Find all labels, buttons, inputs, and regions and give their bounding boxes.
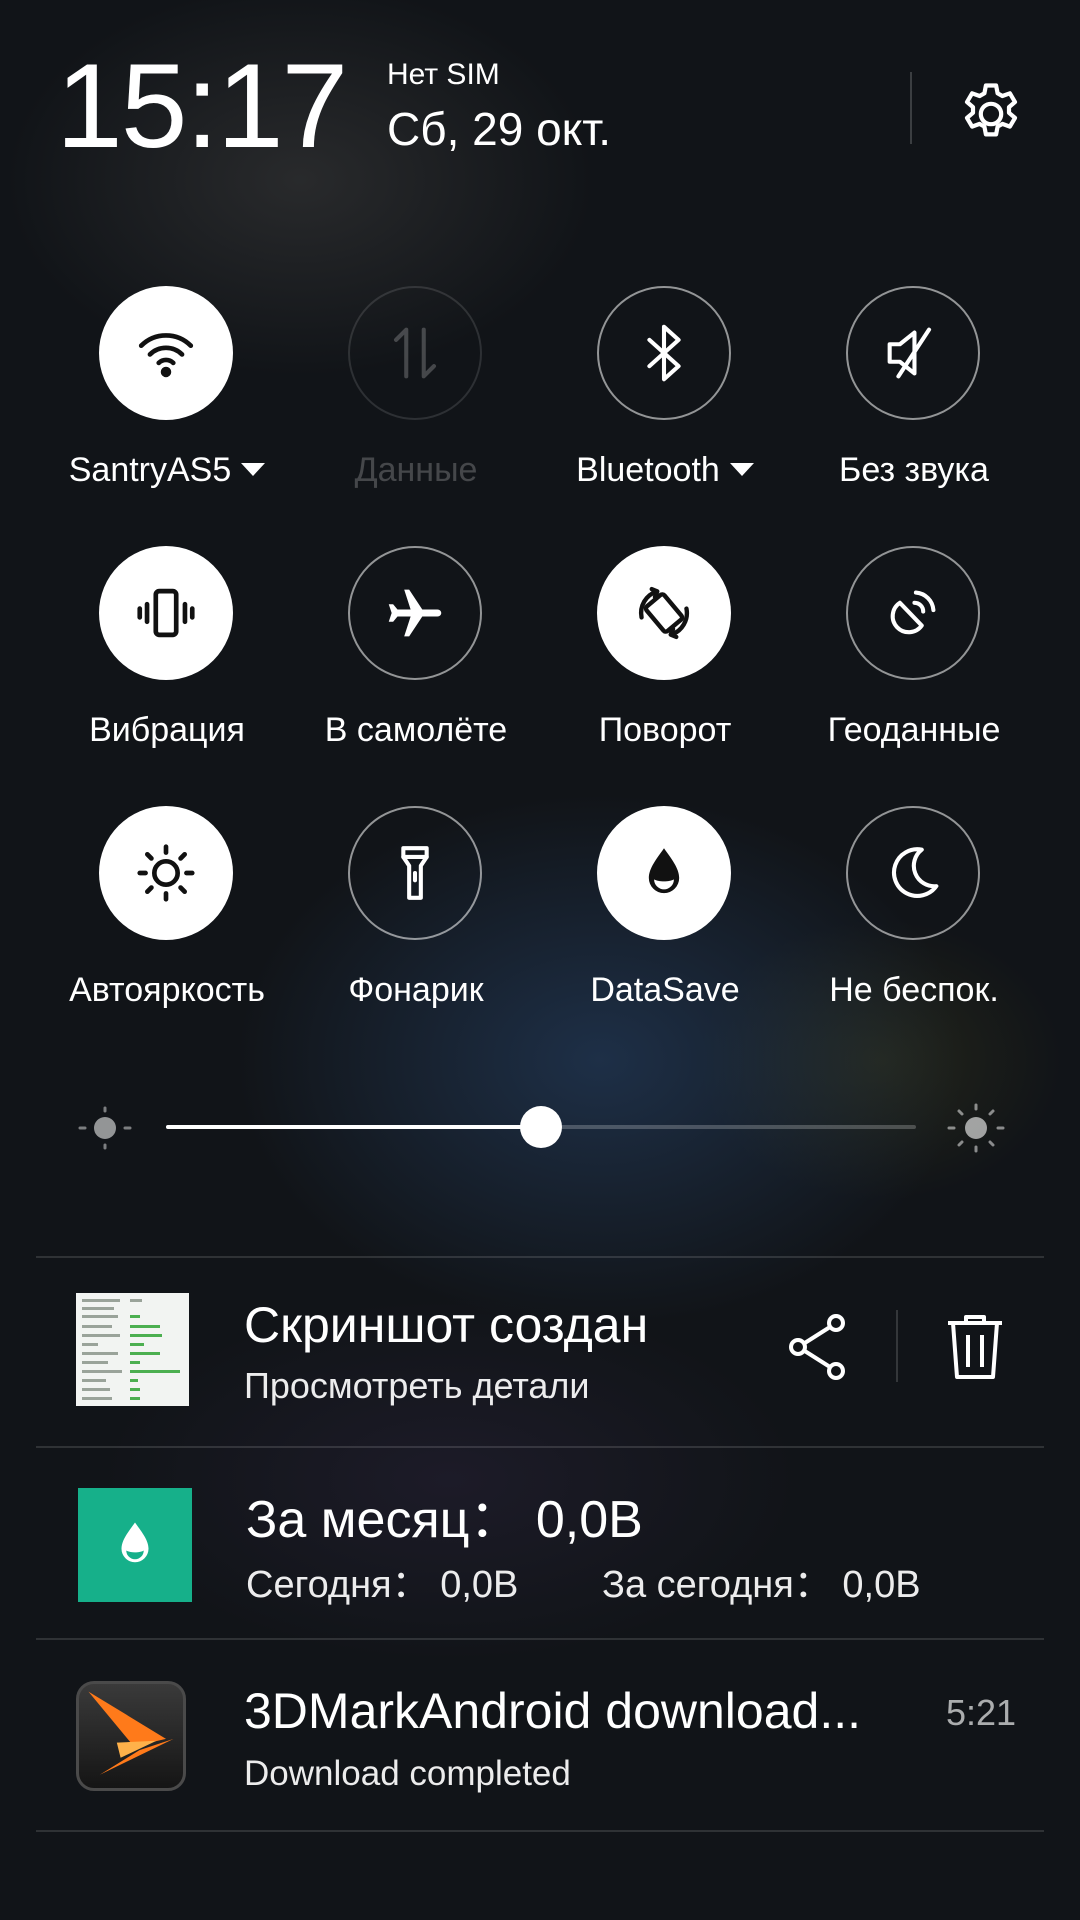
notification-text: Download completed [244,1754,571,1793]
tile-do-not-disturb[interactable]: Не беспок. [789,806,1039,1046]
tile-wifi[interactable]: SantryAS5 [42,286,292,526]
tile-datasave[interactable]: DataSave [540,806,790,1046]
mobile-data-icon[interactable] [348,286,482,420]
tile-label: Геоданные [827,711,1001,749]
notification-time: 5:21 [946,1692,1017,1733]
airplane-icon[interactable] [348,546,482,680]
tile-mobile-data[interactable]: Данные [291,286,541,526]
dropdown-caret-icon[interactable] [729,462,754,476]
rotation-icon[interactable] [597,546,731,680]
tile-rotation[interactable]: Поворот [540,546,790,786]
date[interactable]: Сб, 29 окт. [387,106,611,152]
vibration-icon[interactable] [99,546,233,680]
tile-label: Не беспок. [829,971,999,1009]
notification-text[interactable]: Просмотреть детали [244,1368,590,1404]
flashlight-icon[interactable] [348,806,482,940]
location-icon[interactable] [846,546,980,680]
datasave-today: Сегодня： 0,0B [246,1564,519,1606]
tile-label: SantryAS5 [22,451,312,489]
divider [36,1830,1044,1832]
tile-label: Фонарик [348,971,484,1009]
clock[interactable]: 15:17 [56,46,348,166]
brightness-low-icon [78,1106,132,1150]
mute-icon[interactable] [846,286,980,420]
brightness-slider-fill [166,1125,541,1129]
tile-label: Данные [354,451,478,489]
tile-label: DataSave [590,971,740,1009]
datasave-today-2: За сегодня： 0,0B [602,1564,921,1606]
sim-status: Нет SIM [387,58,500,91]
tile-label: В самолёте [324,711,508,749]
tile-mute[interactable]: Без звука [789,286,1039,526]
bluetooth-icon[interactable] [597,286,731,420]
tile-label: Вибрация [89,711,245,749]
tile-auto-brightness[interactable]: Автояркость [42,806,292,1046]
auto-brightness-icon[interactable] [99,806,233,940]
tile-label: Поворот [598,711,732,749]
datasave-month: За месяц： 0,0B [246,1491,643,1549]
notification-title: Скриншот создан [244,1297,649,1353]
screenshot-thumbnail [76,1293,189,1406]
notification-title: 3DMarkAndroid download... [244,1683,861,1739]
action-divider [896,1310,898,1382]
wifi-icon[interactable] [99,286,233,420]
brightness-high-icon [946,1102,1006,1154]
tile-flashlight[interactable]: Фонарик [291,806,541,1046]
3dmark-app-icon [76,1681,186,1791]
tile-location[interactable]: Геоданные [789,546,1039,786]
share-icon[interactable] [786,1313,850,1381]
header-divider [910,72,912,144]
tile-label: Без звука [839,451,989,489]
brightness-slider-thumb[interactable] [520,1106,562,1148]
datasave-icon[interactable] [597,806,731,940]
tile-label: Bluetooth [520,451,810,489]
trash-icon[interactable] [944,1313,1006,1381]
dropdown-caret-icon[interactable] [241,462,266,476]
tile-airplane[interactable]: В самолёте [291,546,541,786]
gear-icon[interactable] [955,78,1027,150]
tile-label: Автояркость [69,971,265,1009]
datasave-app-icon [78,1488,192,1602]
tile-vibration[interactable]: Вибрация [42,546,292,786]
moon-icon[interactable] [846,806,980,940]
tile-bluetooth[interactable]: Bluetooth [540,286,790,526]
